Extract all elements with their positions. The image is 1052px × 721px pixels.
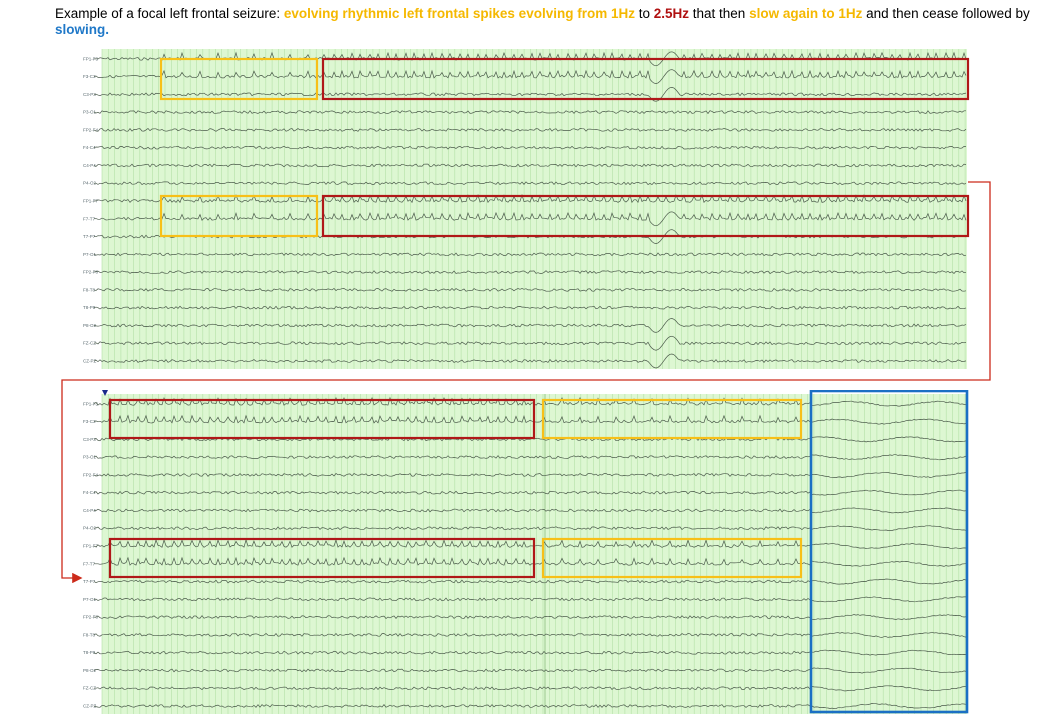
channel-label: FP1-F3 <box>83 401 99 406</box>
caption-peak-frequency: 2.5Hz <box>653 6 690 21</box>
channel-labels: FP1-F3F3-C3C3-P3P3-O1FP2-F4F4-C4C4-P4P4-… <box>83 401 99 708</box>
channel-label: T8-P8 <box>83 305 96 310</box>
channel-label: F7-T7 <box>83 216 95 221</box>
caption-intro: Example of a focal left frontal seizure: <box>55 6 284 21</box>
caption-slow-again: slow again to 1Hz <box>749 6 863 21</box>
eeg-bottom-svg: FP1-F3F3-C3C3-P3P3-O1FP2-F4F4-C4C4-P4P4-… <box>83 390 969 714</box>
caption-to: to <box>634 6 654 21</box>
channel-label: FP2-F4 <box>83 127 99 132</box>
caption-cease: and then cease followed by <box>862 6 1030 21</box>
channel-label: F8-T8 <box>83 632 95 637</box>
channel-labels: FP1-F3F3-C3C3-P3P3-O1FP2-F4F4-C4C4-P4P4-… <box>83 56 99 363</box>
eeg-panel-top: FP1-F3 F3-C3 C3-P3 P3-O1 FP2-F4 F4-C4 C4-P4 P4-… <box>80 47 970 372</box>
channel-label: F8-T8 <box>83 287 95 292</box>
channel-label: T8-P8 <box>83 650 96 655</box>
eeg-panel-bottom: FP1-F3 F3-C3 C3-P3 P3-O1 FP2-F4 F4-C4 C4-P4 P4-… <box>80 390 970 716</box>
channel-label: T7-P7 <box>83 234 96 239</box>
channel-label: T7-P7 <box>83 579 96 584</box>
caption-that-then: that then <box>689 6 750 21</box>
channel-label: FP1-F7 <box>83 544 99 549</box>
grid-background <box>102 49 967 369</box>
caption-evolving-spikes: evolving rhythmic left frontal spikes ev… <box>283 6 635 21</box>
eeg-top-svg: FP1-F3F3-C3C3-P3P3-O1FP2-F4F4-C4C4-P4P4-… <box>83 49 970 369</box>
channel-label: FP2-F8 <box>83 270 99 275</box>
caption-slowing: slowing. <box>55 22 109 37</box>
figure-caption: Example of a focal left frontal seizure:… <box>55 6 1035 38</box>
channel-label: F7-T7 <box>83 561 95 566</box>
channel-label: FP2-F4 <box>83 472 99 477</box>
